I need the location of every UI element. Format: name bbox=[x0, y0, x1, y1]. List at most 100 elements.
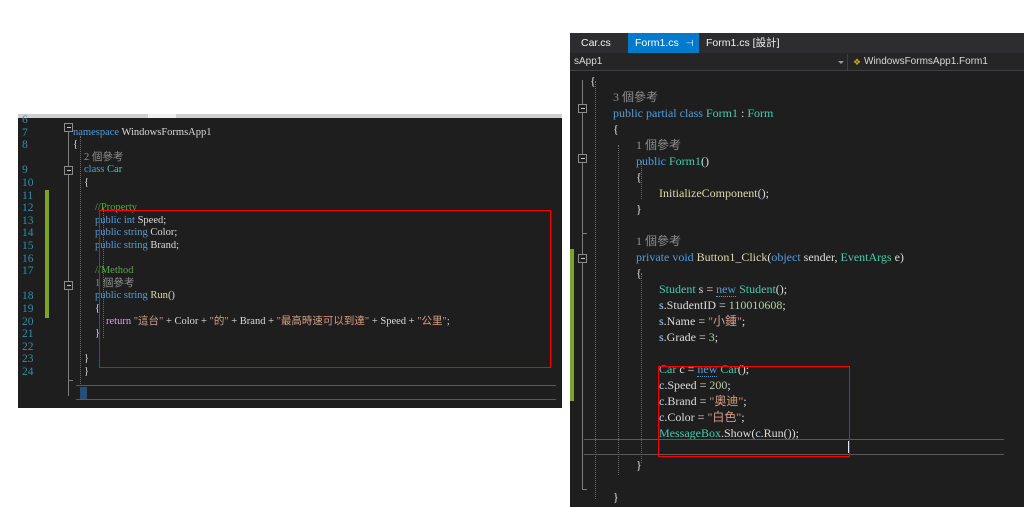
code-token: "這台" bbox=[133, 315, 164, 327]
car-class-code-pane[interactable]: 6 7 namespace WindowsFormsApp1 8{2 個參考 9 clas… bbox=[18, 114, 562, 408]
code-token: { bbox=[636, 266, 642, 280]
code-line[interactable]: InitializeComponent(); bbox=[570, 185, 1024, 201]
line-number: 24 bbox=[22, 365, 34, 378]
code-token: public string bbox=[95, 227, 151, 239]
code-token: WindowsFormsApp1 bbox=[121, 126, 212, 138]
code-token: new bbox=[697, 362, 718, 377]
code-line-text: class Car bbox=[84, 164, 122, 177]
code-token: () bbox=[701, 154, 710, 168]
code-line[interactable]: 19 { bbox=[18, 303, 562, 316]
code-line[interactable]: 7 namespace WindowsFormsApp1 bbox=[18, 127, 562, 140]
code-token: 3 個參考 bbox=[613, 90, 659, 104]
code-token: public bbox=[636, 154, 669, 168]
code-line[interactable]: 11 bbox=[18, 190, 562, 203]
visual-studio-window[interactable]: Car.cs Form1.cs ⊣ ✕ Form1.cs [設計] sApp1 … bbox=[570, 33, 1024, 507]
code-line[interactable]: 14 public string Color; bbox=[18, 227, 562, 240]
code-token: { bbox=[84, 176, 90, 188]
code-line[interactable]: 22 bbox=[18, 341, 562, 354]
code-line[interactable]: Student s = new Student(); bbox=[570, 281, 1024, 297]
code-line[interactable]: s.StudentID = 110010608; bbox=[570, 297, 1024, 313]
code-line[interactable]: 3 個參考 bbox=[570, 89, 1024, 105]
code-line[interactable]: 8{ bbox=[18, 139, 562, 152]
code-line-text: } bbox=[613, 489, 619, 505]
text-caret bbox=[848, 441, 849, 453]
code-line[interactable]: Car c = new Car(); bbox=[570, 361, 1024, 377]
code-line[interactable]: 10 { bbox=[18, 177, 562, 190]
code-token: Button1_Click bbox=[696, 250, 768, 264]
code-line[interactable]: } bbox=[570, 489, 1024, 505]
code-line[interactable]: 23} bbox=[18, 353, 562, 366]
code-line-text: c.Speed = 200; bbox=[659, 377, 731, 393]
tab-form1-cs-design[interactable]: Form1.cs [設計] bbox=[699, 33, 787, 53]
navbar-project-value[interactable]: sApp1 bbox=[574, 53, 602, 71]
code-line[interactable] bbox=[570, 217, 1024, 233]
line-number: 16 bbox=[22, 252, 34, 265]
code-line[interactable]: } bbox=[570, 201, 1024, 217]
line-number: 23 bbox=[22, 353, 34, 366]
code-line[interactable]: c.Color = "白色"; bbox=[570, 409, 1024, 425]
code-token: Car bbox=[720, 362, 738, 376]
code-token: : bbox=[738, 106, 748, 120]
code-line[interactable]: } bbox=[570, 457, 1024, 473]
code-line[interactable]: s.Grade = 3; bbox=[570, 329, 1024, 345]
code-line[interactable]: { bbox=[570, 169, 1024, 185]
code-line[interactable]: 21} bbox=[18, 328, 562, 341]
code-line[interactable]: 15 public string Brand; bbox=[18, 240, 562, 253]
code-line[interactable] bbox=[570, 473, 1024, 489]
code-line[interactable]: s.Name = "小鍾"; bbox=[570, 313, 1024, 329]
code-line[interactable]: c.Brand = "奧迪"; bbox=[570, 393, 1024, 409]
navbar-member-value[interactable]: WindowsFormsApp1.Form1 bbox=[864, 53, 988, 71]
code-line[interactable]: 2 個參考 bbox=[18, 152, 562, 165]
tab-label: Car.cs bbox=[581, 37, 611, 49]
code-line[interactable]: { bbox=[570, 73, 1024, 89]
code-line[interactable]: 12 //Property bbox=[18, 202, 562, 215]
code-line-text: public int Speed; bbox=[95, 215, 166, 228]
code-token: + Brand + bbox=[228, 315, 277, 327]
document-tab-strip[interactable]: Car.cs Form1.cs ⊣ ✕ Form1.cs [設計] bbox=[570, 33, 1024, 53]
code-line-text: } bbox=[84, 353, 89, 366]
code-token: 1 個參考 bbox=[636, 138, 682, 152]
code-lines[interactable]: 6 7 namespace WindowsFormsApp1 8{2 個參考 9 clas… bbox=[18, 114, 562, 408]
code-line[interactable] bbox=[570, 345, 1024, 361]
chevron-down-icon[interactable] bbox=[838, 61, 844, 64]
code-line[interactable] bbox=[570, 441, 1024, 457]
code-token: ; bbox=[741, 410, 745, 424]
code-lines[interactable]: {3 個參考 public partial class Form1 : Form{… bbox=[570, 73, 1024, 507]
code-line[interactable]: 16 bbox=[18, 253, 562, 266]
code-line[interactable]: 1 個參考 bbox=[570, 233, 1024, 249]
code-line-text: { bbox=[613, 121, 619, 137]
code-line-text: } bbox=[84, 366, 89, 379]
code-line[interactable]: 18 public string Run() bbox=[18, 290, 562, 303]
code-line[interactable]: private void Button1_Click(object sender… bbox=[570, 249, 1024, 265]
code-line[interactable]: MessageBox.Show(c.Run()); bbox=[570, 425, 1024, 441]
code-line-text: private void Button1_Click(object sender… bbox=[636, 249, 904, 265]
code-line[interactable]: public Form1() bbox=[570, 153, 1024, 169]
line-number: 7 bbox=[22, 126, 28, 139]
tab-car-cs[interactable]: Car.cs bbox=[574, 33, 618, 53]
line-number: 21 bbox=[22, 328, 34, 341]
line-number: 6 bbox=[22, 114, 28, 126]
code-line[interactable]: c.Speed = 200; bbox=[570, 377, 1024, 393]
pin-icon[interactable]: ⊣ bbox=[686, 33, 694, 53]
code-line[interactable]: 13 public int Speed; bbox=[18, 215, 562, 228]
line-number: 12 bbox=[22, 202, 34, 215]
code-token: MessageBox bbox=[659, 426, 721, 440]
code-line[interactable]: 20 return "這台" + Color + "的" + Brand + "最… bbox=[18, 316, 562, 329]
screenshot-root: 6 7 namespace WindowsFormsApp1 8{2 個參考 9 clas… bbox=[0, 0, 1024, 507]
code-line[interactable]: public partial class Form1 : Form bbox=[570, 105, 1024, 121]
code-line[interactable]: 6 bbox=[18, 114, 562, 127]
code-line[interactable]: 17 //Method bbox=[18, 265, 562, 278]
code-token: Run bbox=[150, 290, 168, 302]
code-line[interactable]: { bbox=[570, 265, 1024, 281]
code-line[interactable]: { bbox=[570, 121, 1024, 137]
code-line-text: { bbox=[590, 73, 596, 89]
navigation-bar[interactable]: sApp1 ❖ WindowsFormsApp1.Form1 bbox=[570, 53, 1024, 71]
code-line-text: public string Run() bbox=[95, 290, 175, 303]
code-token: } bbox=[636, 202, 642, 216]
code-token: //Property bbox=[95, 202, 137, 214]
code-line-text: public string Brand; bbox=[95, 240, 179, 253]
code-line[interactable]: 24} bbox=[18, 366, 562, 379]
code-line[interactable]: 9 class Car bbox=[18, 164, 562, 177]
code-line[interactable]: 1 個參考 bbox=[18, 278, 562, 291]
code-line[interactable]: 1 個參考 bbox=[570, 137, 1024, 153]
